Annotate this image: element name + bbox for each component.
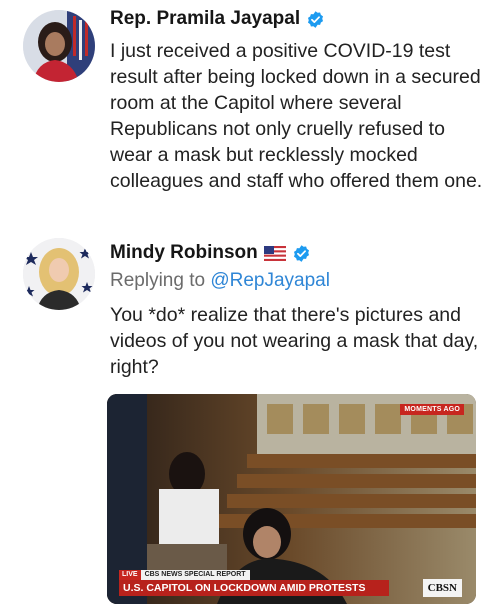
- reply-handle-link[interactable]: @RepJayapal: [210, 270, 330, 291]
- news-lower-third: LIVE CBS NEWS SPECIAL REPORT U.S. CAPITO…: [119, 570, 466, 597]
- author-name[interactable]: Rep. Pramila Jayapal: [110, 8, 300, 30]
- replying-prefix: Replying to: [110, 270, 206, 291]
- video-thumbnail[interactable]: MOMENTS AGO LIVE CBS NEWS SPECIAL REPORT…: [107, 394, 476, 604]
- tweet-robinson[interactable]: Mindy Robinson Replying to @RepJayapal Y…: [0, 232, 499, 611]
- avatar[interactable]: [23, 238, 95, 310]
- tweet-jayapal[interactable]: Rep. Pramila Jayapal I just received a p…: [0, 0, 499, 232]
- author-name[interactable]: Mindy Robinson: [110, 242, 258, 264]
- tweet-text: You *do* realize that there's pictures a…: [110, 304, 479, 378]
- special-report-label: CBS NEWS SPECIAL REPORT: [140, 570, 250, 580]
- avatar[interactable]: [23, 10, 95, 82]
- tweet-text: I just received a positive COVID-19 test…: [110, 40, 483, 192]
- us-flag-icon: [263, 245, 286, 261]
- live-badge: LIVE: [119, 570, 141, 580]
- avatar-jayapal: [23, 10, 95, 82]
- verified-icon: [293, 244, 309, 262]
- moments-ago-badge: MOMENTS AGO: [400, 404, 464, 415]
- cbsn-logo: CBSN: [422, 579, 462, 597]
- verified-icon: [308, 10, 324, 28]
- avatar-robinson: [23, 238, 95, 310]
- replying-to: Replying to @RepJayapal: [110, 270, 330, 292]
- news-headline: U.S. CAPITOL ON LOCKDOWN AMID PROTESTS: [119, 580, 389, 596]
